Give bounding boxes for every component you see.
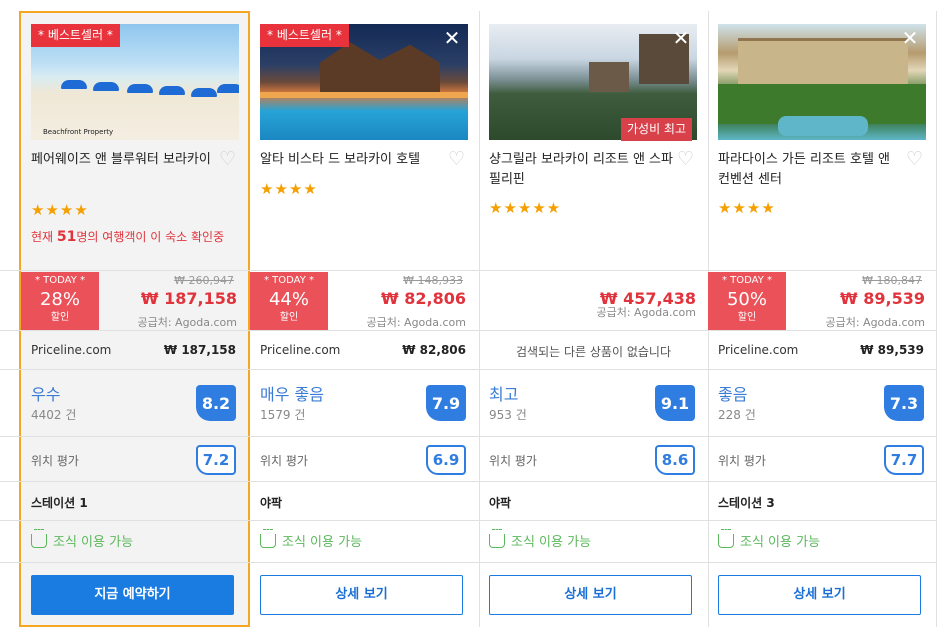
row-divider [0, 436, 936, 437]
supplier: 공급처: Agoda.com [825, 316, 925, 329]
star-rating: ★★★★ [31, 201, 89, 219]
rating-label: 최고 [489, 385, 519, 404]
today-discount-badge: * TODAY * 50% 할인 [708, 272, 786, 330]
rating-label: 매우 좋음 [260, 385, 324, 404]
bestseller-badge: * 베스트셀러 * [31, 24, 120, 47]
deal-price[interactable]: ₩ 89,539 [795, 289, 925, 308]
location-label: 위치 평가 [31, 454, 79, 468]
view-details-button[interactable]: 상세 보기 [489, 575, 692, 615]
area-name: 스테이션 1 [31, 496, 88, 510]
supplier: 공급처: Agoda.com [366, 316, 466, 329]
no-results-message: 검색되는 다른 상품이 없습니다 [516, 345, 671, 359]
original-price: ₩ 148,933 [403, 274, 463, 287]
location-score: 8.6 [655, 445, 695, 475]
partner-name[interactable]: Priceline.com [31, 343, 111, 357]
hotel-photo[interactable] [718, 24, 926, 140]
row-divider [0, 270, 936, 271]
partner-name[interactable]: Priceline.com [260, 343, 340, 357]
coffee-cup-icon [260, 529, 276, 548]
partner-price[interactable]: ₩ 89,539 [824, 343, 924, 357]
review-count[interactable]: 953 건 [489, 406, 527, 423]
review-count[interactable]: 1579 건 [260, 406, 305, 423]
area-name: 스테이션 3 [718, 496, 775, 510]
area-name: 야팍 [489, 496, 512, 510]
hotel-name[interactable]: 파라다이스 가든 리조트 호텔 앤 컨벤션 센터 [718, 150, 906, 190]
original-price: ₩ 180,847 [862, 274, 922, 287]
today-discount-badge: * TODAY * 44% 할인 [250, 272, 328, 330]
deal-price[interactable]: ₩ 187,158 [107, 289, 237, 308]
close-icon[interactable]: ✕ [899, 28, 921, 50]
row-divider [0, 562, 936, 563]
hotel-name[interactable]: 알타 비스타 드 보라카이 호텔 [260, 150, 448, 170]
heart-icon[interactable]: ♡ [219, 149, 241, 169]
original-price: ₩ 260,947 [174, 274, 234, 287]
partner-price[interactable]: ₩ 187,158 [136, 343, 236, 357]
book-now-button[interactable]: 지금 예약하기 [31, 575, 234, 615]
row-divider [0, 481, 936, 482]
location-score: 7.7 [884, 445, 924, 475]
best-value-badge: 가성비 최고 [621, 118, 693, 141]
supplier: 공급처: Agoda.com [137, 316, 237, 329]
heart-icon[interactable]: ♡ [677, 149, 699, 169]
view-details-button[interactable]: 상세 보기 [260, 575, 463, 615]
bestseller-badge: * 베스트셀러 * [260, 24, 349, 47]
close-icon[interactable]: ✕ [670, 28, 692, 50]
coffee-cup-icon [489, 529, 505, 548]
viewers-notice: 현재 51명의 여행객이 이 숙소 확인중 [31, 229, 225, 245]
row-divider [0, 369, 936, 370]
review-score: 7.9 [426, 385, 466, 421]
rating-label: 우수 [31, 385, 61, 404]
location-label: 위치 평가 [260, 454, 308, 468]
hotel-name[interactable]: 페어웨이즈 앤 블루워터 보라카이 [31, 150, 219, 170]
star-rating: ★★★★ [260, 180, 318, 198]
location-score: 7.2 [196, 445, 236, 475]
column-divider [936, 11, 937, 627]
today-discount-badge: * TODAY * 28% 할인 [21, 272, 99, 330]
hotel-name[interactable]: 샹그릴라 보라카이 리조트 앤 스파 필리핀 [489, 150, 677, 190]
partner-name[interactable]: Priceline.com [718, 343, 798, 357]
photo-caption: Beachfront Property [43, 128, 114, 136]
supplier: 공급처: Agoda.com [596, 306, 696, 319]
breakfast-info: 조식 이용 가능 [489, 529, 591, 551]
row-divider [0, 520, 936, 521]
view-details-button[interactable]: 상세 보기 [718, 575, 921, 615]
location-label: 위치 평가 [718, 454, 766, 468]
area-name: 야팍 [260, 496, 283, 510]
review-count[interactable]: 4402 건 [31, 406, 76, 423]
close-icon[interactable]: ✕ [441, 28, 463, 50]
deal-price[interactable]: ₩ 82,806 [336, 289, 466, 308]
breakfast-info: 조식 이용 가능 [718, 529, 820, 551]
rating-label: 좋음 [718, 385, 748, 404]
review-score: 9.1 [655, 385, 695, 421]
partner-price[interactable]: ₩ 82,806 [366, 343, 466, 357]
review-score: 7.3 [884, 385, 924, 421]
breakfast-info: 조식 이용 가능 [260, 529, 362, 551]
coffee-cup-icon [718, 529, 734, 548]
location-score: 6.9 [426, 445, 466, 475]
location-label: 위치 평가 [489, 454, 537, 468]
review-count[interactable]: 228 건 [718, 406, 756, 423]
heart-icon[interactable]: ♡ [448, 149, 470, 169]
heart-icon[interactable]: ♡ [906, 149, 928, 169]
column-divider [479, 11, 480, 627]
review-score: 8.2 [196, 385, 236, 421]
row-divider [0, 330, 936, 331]
star-rating: ★★★★★ [489, 199, 562, 217]
breakfast-info: 조식 이용 가능 [31, 529, 133, 551]
coffee-cup-icon [31, 529, 47, 548]
star-rating: ★★★★ [718, 199, 776, 217]
